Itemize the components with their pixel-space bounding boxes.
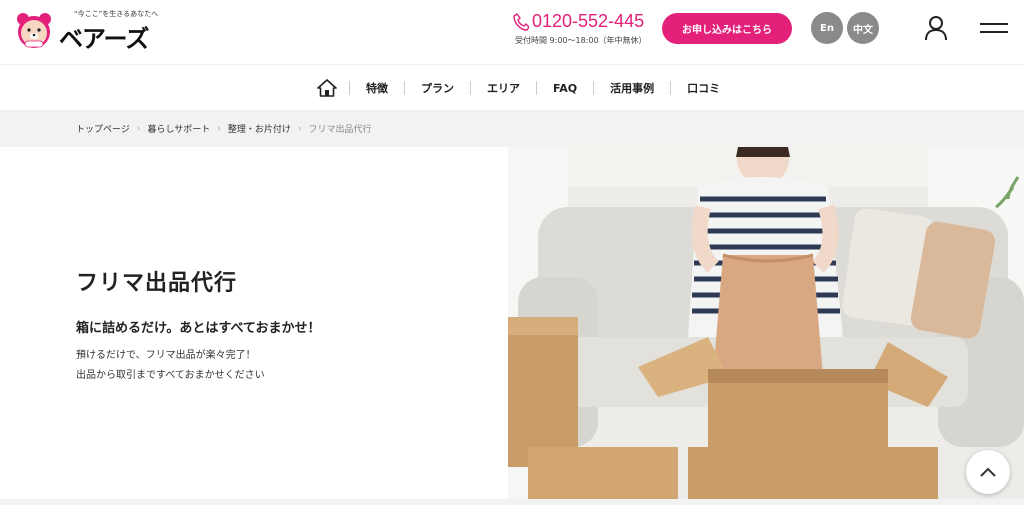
hero-description-line2: 出品から取引まですべておまかせください [76,370,265,381]
nav-item-plan[interactable]: プラン [405,65,470,111]
breadcrumb-item-organizing[interactable]: 整理・お片付け [228,122,291,135]
phone-hours: 受付時間 9:00〜18:00（年中無休） [515,36,647,45]
global-nav: 特徴 プラン エリア FAQ 活用事例 口コミ [0,64,1024,110]
nav-item-faq[interactable]: FAQ [537,65,593,111]
lang-en-button[interactable]: En [811,12,843,44]
site-header: “今ここ”を生きるあなたへ ベアーズ 0120-552-445 受付時間 9:0… [0,0,1024,64]
breadcrumb-item-top[interactable]: トップページ [76,122,130,135]
nav-item-cases[interactable]: 活用事例 [594,65,670,111]
breadcrumb-separator-icon: › [297,123,302,134]
hero-description-line1: 預けるだけで、フリマ出品が楽々完了！ [76,350,256,361]
hero-subtitle: 箱に詰めるだけ。あとはすべておまかせ！ [76,321,321,336]
hamburger-menu-icon[interactable] [978,20,1010,36]
phone-number: 0120-552-445 [532,11,645,31]
logo-tagline: “今ここ”を生きるあなたへ [74,10,159,18]
hero-text-panel: フリマ出品代行 箱に詰めるだけ。あとはすべておまかせ！ 預けるだけで、フリマ出品… [0,147,508,499]
chevron-up-icon [980,467,996,477]
apply-button[interactable]: お申し込みはこちら [662,13,792,44]
phone-icon [513,13,529,31]
nav-item-reviews[interactable]: 口コミ [671,65,736,111]
home-icon [317,79,337,97]
hero-photo-illustration [508,147,1024,499]
nav-home[interactable] [305,65,349,111]
page-title: フリマ出品代行 [76,271,238,296]
logo-name: ベアーズ [59,25,149,53]
breadcrumb: トップページ › 暮らしサポート › 整理・お片付け › フリマ出品代行 [0,110,1024,147]
logo[interactable]: “今ここ”を生きるあなたへ ベアーズ [14,8,164,53]
breadcrumb-separator-icon: › [136,123,141,134]
hero-image [508,147,1024,499]
scroll-to-top-button[interactable] [966,450,1010,494]
breadcrumb-separator-icon: › [217,123,221,134]
user-icon[interactable] [924,15,948,41]
bear-mascot-icon [17,13,51,48]
breadcrumb-item-current: フリマ出品代行 [308,125,372,135]
nav-item-area[interactable]: エリア [471,65,536,111]
breadcrumb-item-life-support[interactable]: 暮らしサポート [147,122,210,135]
nav-item-features[interactable]: 特徴 [350,65,404,111]
lang-zh-button[interactable]: 中文 [847,12,879,44]
bottom-strip [0,499,1024,505]
